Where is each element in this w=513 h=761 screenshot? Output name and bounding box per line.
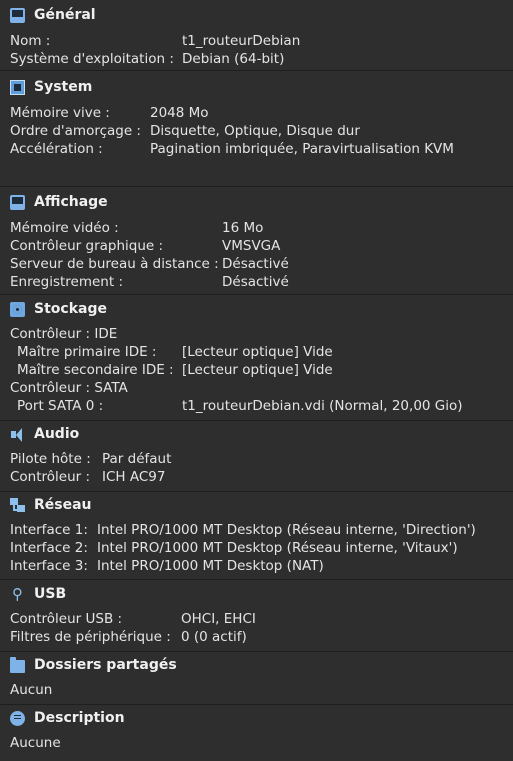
section-usb: ⚲ USB Contrôleur USB : OHCI, EHCI Filtre… — [0, 579, 513, 651]
section-title: Réseau — [34, 497, 92, 513]
detail-label: Système d'exploitation : — [10, 51, 174, 67]
speech-bubble-icon — [10, 710, 25, 726]
detail-value: Désactivé — [222, 256, 289, 272]
detail-label: Contrôleur : IDE — [10, 326, 118, 342]
detail-value: 0 (0 actif) — [181, 629, 247, 645]
detail-label: Accélération : — [10, 141, 103, 157]
section-shared-folders: Dossiers partagés Aucun — [0, 651, 513, 704]
section-audio-header[interactable]: Audio — [10, 424, 79, 444]
detail-label: Port SATA 0 : — [17, 398, 104, 414]
detail-value: t1_routeurDebian.vdi (Normal, 20,00 Gio) — [182, 398, 463, 414]
section-title: USB — [34, 586, 67, 602]
section-shared-folders-header[interactable]: Dossiers partagés — [10, 655, 177, 675]
section-title: System — [34, 79, 93, 95]
section-description: Description Aucune — [0, 704, 513, 761]
detail-label: Contrôleur graphique : — [10, 238, 164, 254]
detail-label: Filtres de périphérique : — [10, 629, 171, 645]
detail-value: t1_routeurDebian — [182, 33, 301, 49]
section-title: Général — [34, 7, 96, 23]
detail-value: [Lecteur optique] Vide — [182, 344, 333, 360]
section-title: Stockage — [34, 301, 107, 317]
folder-icon — [10, 656, 25, 673]
detail-label: Aucune — [10, 735, 61, 751]
disk-icon — [10, 301, 25, 317]
monitor-icon — [10, 7, 25, 23]
section-title: Description — [34, 710, 125, 726]
detail-label: Maître secondaire IDE : — [17, 362, 174, 378]
detail-label: Enregistrement : — [10, 274, 123, 290]
detail-label: Maître primaire IDE : — [17, 344, 157, 360]
detail-value: ICH AC97 — [102, 469, 166, 485]
detail-label: Interface 1: — [10, 522, 88, 538]
detail-value: 16 Mo — [222, 220, 264, 236]
section-title: Dossiers partagés — [34, 657, 177, 673]
detail-value: Pagination imbriquée, Paravirtualisation… — [150, 141, 454, 157]
detail-value: Disquette, Optique, Disque dur — [150, 123, 360, 139]
section-display-header[interactable]: Affichage — [10, 192, 108, 212]
usb-icon: ⚲ — [12, 584, 23, 603]
section-system: System Mémoire vive : 2048 Mo Ordre d'am… — [0, 70, 513, 186]
detail-value: OHCI, EHCI — [181, 611, 256, 627]
section-network: Réseau Interface 1: Intel PRO/1000 MT De… — [0, 491, 513, 579]
detail-label: Interface 2: — [10, 540, 88, 556]
section-description-header[interactable]: Description — [10, 708, 125, 728]
detail-value: Désactivé — [222, 274, 289, 290]
section-general-header[interactable]: Général — [10, 5, 96, 25]
section-title: Audio — [34, 426, 80, 442]
section-general: Général Nom : t1_routeurDebian Système d… — [0, 0, 513, 70]
section-network-header[interactable]: Réseau — [10, 495, 92, 515]
detail-label: Contrôleur : — [10, 469, 91, 485]
detail-label: Contrôleur USB : — [10, 611, 123, 627]
section-title: Affichage — [34, 194, 108, 210]
section-audio: Audio Pilote hôte : Par défaut Contrôleu… — [0, 420, 513, 491]
detail-value: Par défaut — [102, 451, 172, 467]
section-storage-header[interactable]: Stockage — [10, 299, 107, 319]
detail-label: Serveur de bureau à distance : — [10, 256, 219, 272]
section-storage: Stockage Contrôleur : IDE Maître primair… — [0, 294, 513, 420]
detail-value: VMSVGA — [222, 238, 281, 254]
detail-value: Intel PRO/1000 MT Desktop (Réseau intern… — [97, 540, 458, 556]
monitor-icon — [10, 194, 25, 210]
detail-value: Intel PRO/1000 MT Desktop (Réseau intern… — [97, 522, 476, 538]
detail-label: Interface 3: — [10, 558, 88, 574]
detail-value: [Lecteur optique] Vide — [182, 362, 333, 378]
detail-label: Mémoire vive : — [10, 105, 110, 121]
detail-label: Nom : — [10, 33, 51, 49]
detail-label: Pilote hôte : — [10, 451, 91, 467]
detail-value: Intel PRO/1000 MT Desktop (NAT) — [97, 558, 324, 574]
section-display: Affichage Mémoire vidéo : 16 Mo Contrôle… — [0, 186, 513, 294]
detail-value: 2048 Mo — [150, 105, 209, 121]
detail-value: Debian (64-bit) — [182, 51, 285, 67]
detail-label: Contrôleur : SATA — [10, 380, 128, 396]
section-system-header[interactable]: System — [10, 77, 92, 97]
network-icon — [10, 497, 25, 513]
detail-label: Aucun — [10, 682, 53, 698]
speaker-icon — [10, 427, 25, 442]
section-usb-header[interactable]: ⚲ USB — [10, 584, 66, 604]
detail-label: Ordre d'amorçage : — [10, 123, 141, 139]
detail-label: Mémoire vidéo : — [10, 220, 119, 236]
chip-icon — [10, 79, 25, 95]
